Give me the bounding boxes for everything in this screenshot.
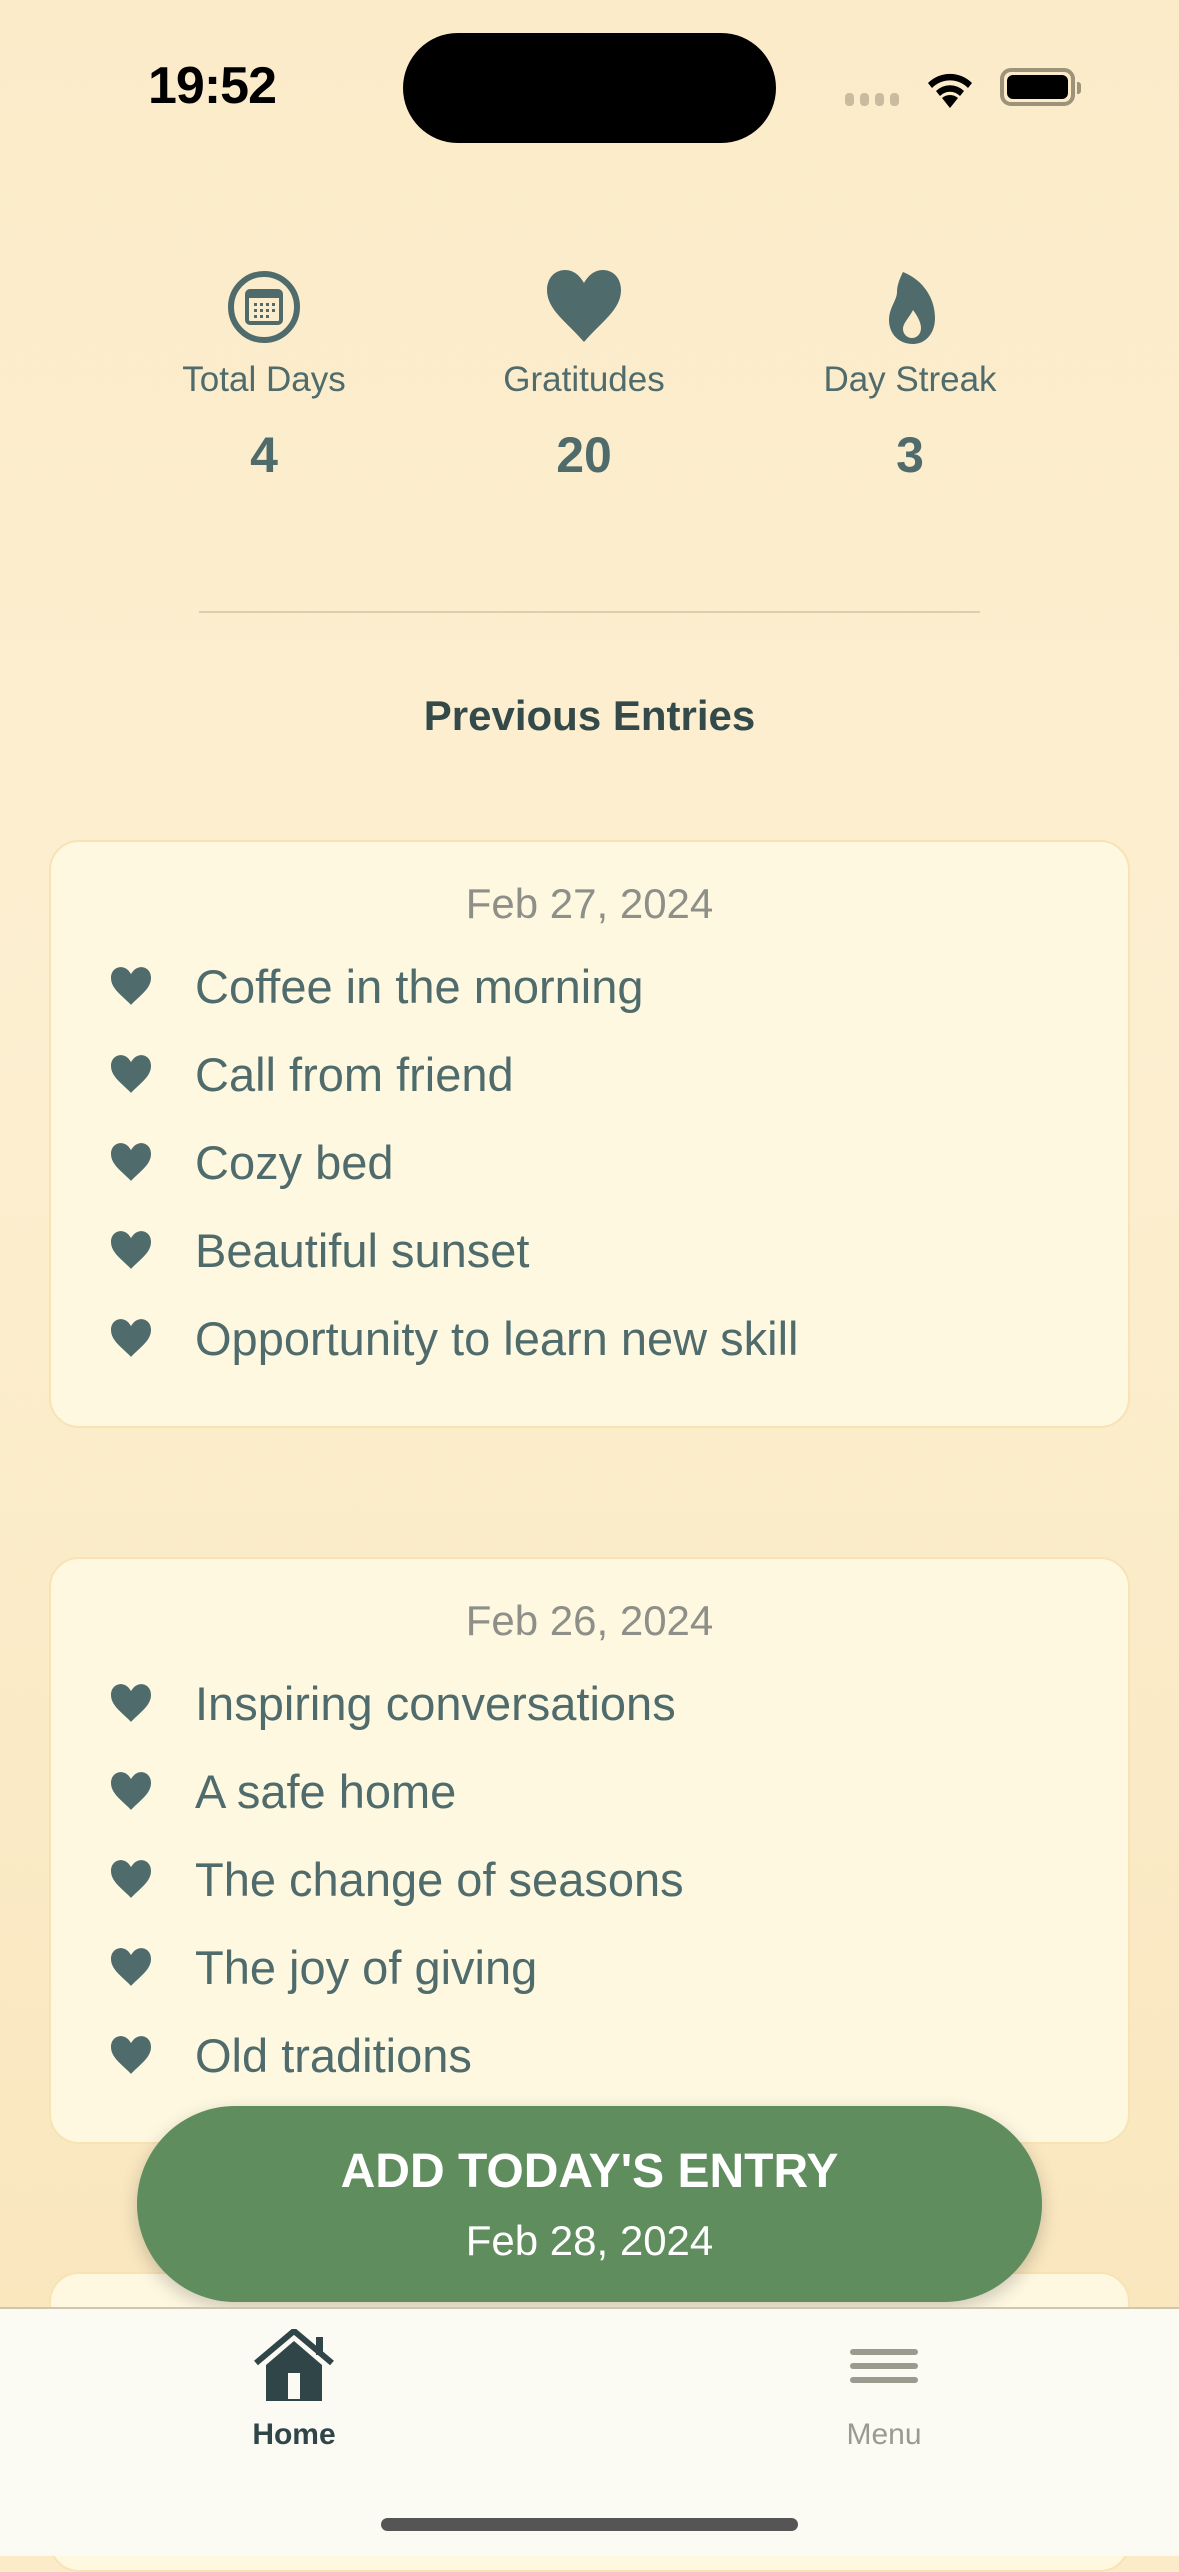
battery-icon — [1000, 68, 1081, 106]
wifi-icon — [928, 73, 972, 108]
tab-label: Menu — [846, 2418, 922, 2451]
list-item: Cozy bed — [51, 1118, 1128, 1206]
heart-icon — [111, 1860, 151, 1898]
list-item: A safe home — [51, 1747, 1128, 1835]
status-time: 19:52 — [148, 57, 277, 115]
button-date: Feb 28, 2024 — [465, 2216, 714, 2264]
section-title: Previous Entries — [423, 692, 756, 739]
item-text: The change of seasons — [195, 1852, 684, 1906]
list-item: Inspiring conversations — [51, 1659, 1128, 1747]
stat-label: Total Days — [182, 360, 346, 399]
list-item: Opportunity to learn new skill — [51, 1294, 1128, 1382]
stat-total-days: Total Days 4 — [114, 270, 414, 484]
heart-icon — [111, 1143, 151, 1181]
stat-value: 4 — [250, 427, 278, 483]
entry-card[interactable]: Feb 27, 2024 Coffee in the morning Call … — [49, 840, 1130, 1428]
item-text: Beautiful sunset — [195, 1223, 530, 1277]
item-text: Coffee in the morning — [195, 959, 644, 1013]
item-text: A safe home — [195, 1764, 457, 1818]
heart-icon — [111, 1684, 151, 1722]
menu-icon — [850, 2349, 918, 2383]
heart-icon — [111, 1319, 151, 1357]
cellular-signal-icon — [845, 93, 899, 106]
calendar-icon — [228, 271, 300, 343]
stat-value: 20 — [556, 427, 612, 483]
item-text: Inspiring conversations — [195, 1676, 676, 1730]
entry-date: Feb 26, 2024 — [465, 1597, 714, 1644]
tab-label: Home — [252, 2418, 336, 2451]
stat-value: 3 — [896, 427, 924, 483]
heart-icon — [111, 1772, 151, 1810]
item-text: Opportunity to learn new skill — [195, 1311, 799, 1365]
dynamic-island — [403, 33, 776, 143]
list-item: The joy of giving — [51, 1923, 1128, 2011]
stat-label: Gratitudes — [503, 360, 665, 399]
list-item: Beautiful sunset — [51, 1206, 1128, 1294]
heart-icon — [111, 1231, 151, 1269]
button-label: ADD TODAY'S ENTRY — [340, 2144, 839, 2198]
tab-menu[interactable]: Menu — [784, 2329, 984, 2452]
item-text: Cozy bed — [195, 1135, 394, 1189]
home-icon — [254, 2327, 334, 2401]
heart-icon — [547, 270, 621, 342]
list-item: Old traditions — [51, 2011, 1128, 2099]
list-item: Coffee in the morning — [51, 942, 1128, 1030]
stat-label: Day Streak — [823, 360, 997, 399]
heart-icon — [111, 1948, 151, 1986]
stat-day-streak: Day Streak 3 — [760, 270, 1060, 484]
entry-card[interactable]: Feb 26, 2024 Inspiring conversations A s… — [49, 1557, 1130, 2144]
divider — [199, 611, 980, 613]
flame-icon — [889, 272, 935, 344]
item-text: Old traditions — [195, 2028, 472, 2082]
heart-icon — [111, 1055, 151, 1093]
entry-date: Feb 27, 2024 — [465, 880, 714, 927]
stat-gratitudes: Gratitudes 20 — [434, 270, 734, 484]
tab-home[interactable]: Home — [194, 2327, 394, 2452]
home-indicator[interactable] — [381, 2518, 798, 2531]
add-todays-entry-button[interactable]: ADD TODAY'S ENTRY Feb 28, 2024 — [137, 2106, 1042, 2302]
heart-icon — [111, 2036, 151, 2074]
heart-icon — [111, 967, 151, 1005]
list-item: Call from friend — [51, 1030, 1128, 1118]
item-text: Call from friend — [195, 1047, 514, 1101]
item-text: The joy of giving — [195, 1940, 538, 1994]
list-item: The change of seasons — [51, 1835, 1128, 1923]
